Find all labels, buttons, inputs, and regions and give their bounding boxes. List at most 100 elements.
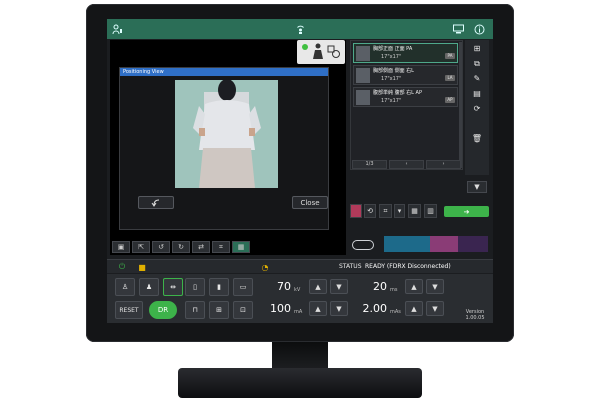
expand-dropdown-button[interactable]: ▼ [467,181,487,193]
kv-down-button[interactable]: ▼ [330,279,348,294]
list-item[interactable]: 胸部側面 側面 右L 17"x17" LA [353,65,458,85]
focus-large-icon[interactable]: ▯ [185,278,205,296]
patient-position-icon[interactable]: ♟ [139,278,159,296]
mode-tabs [384,236,488,252]
list-pager: 1/3 ‹ › [352,160,461,169]
reset-button[interactable]: RESET [115,301,143,319]
exam-thumbnail [356,46,370,61]
exam-title: 胸部正面 正面 PA [373,46,413,52]
grid-icon[interactable]: ▦ [232,241,250,253]
ms-up-button[interactable]: ▲ [405,279,423,294]
ma-value: 100 [270,302,291,315]
status-value: READY (FDRX Disconnected) [365,263,451,270]
status-label: STATUS [339,263,362,270]
layout-icon[interactable]: ▥ [424,204,437,218]
monitor-base [178,368,422,398]
power-icon[interactable]: ⏻ [117,262,127,272]
status-bar: ⏻ ■ ◔ STATUS READY (FDRX Disconnected) [107,259,493,273]
patient-standing-icon[interactable]: ♙ [115,278,135,296]
exam-badge: AP [445,97,455,103]
tab-output[interactable] [458,236,488,252]
kv-value: 70 [277,280,291,293]
exam-size: 17"x17" [381,98,402,104]
gauge-icon: ◔ [261,262,269,272]
page-next-button[interactable]: › [426,160,461,169]
version-value: 1.00.05 [465,315,485,321]
aec-icon[interactable]: ⊡ [233,301,253,319]
add-exam-icon[interactable]: ⊞ [471,43,483,54]
patient-image [175,80,278,188]
focus-small-icon[interactable]: ▮ [209,278,229,296]
list-item[interactable]: 腹部単純 腹部 右L AP 17"x17" AP [353,87,458,107]
reprocess-icon[interactable]: ⟳ [471,103,483,114]
toggle-button[interactable] [352,240,374,250]
exam-size: 17"x17" [381,76,402,82]
dialog-title: Positioning View [120,68,328,76]
delete-icon[interactable]: 🗑 [471,133,483,144]
flip-icon[interactable]: ⇄ [192,241,210,253]
list-scrollbar[interactable] [459,42,462,168]
detector-icon[interactable]: ▭ [233,278,253,296]
exam-badge: PA [445,53,455,59]
ms-down-button[interactable]: ▼ [426,279,444,294]
exam-thumbnail [356,68,370,83]
page-indicator: 1/3 [352,160,387,169]
dropdown-icon[interactable]: ▾ [394,204,405,218]
copy-icon[interactable]: ⧉ [471,58,483,69]
rotate-left-icon[interactable]: ↺ [152,241,170,253]
list-item[interactable]: 胸部正面 正面 PA 17"x17" PA [353,43,458,63]
ms-value: 20 [373,280,387,293]
exam-list: 胸部正面 正面 PA 17"x17" PA 胸部側面 側面 右L 17"x17"… [350,40,463,170]
export-icon[interactable]: ⇱ [132,241,150,253]
viewer-toolbar: ▣ ⇱ ↺ ↻ ⇄ ⌗ ▦ [110,241,346,255]
exam-badge: LA [445,75,455,81]
top-bar [107,19,493,39]
page-prev-button[interactable]: ‹ [389,160,424,169]
stop-icon[interactable] [350,204,362,218]
grid-icon[interactable]: ▦ [408,204,421,218]
patient-icon [313,43,323,59]
close-button[interactable]: Close [292,196,328,209]
broadcast-icon[interactable] [294,23,306,35]
kv-unit: kV [294,287,301,293]
monitor-icon[interactable] [452,23,464,35]
ma-down-button[interactable]: ▼ [330,301,348,316]
mas-down-button[interactable]: ▼ [426,301,444,316]
ms-unit: ms [390,287,398,293]
crop-icon[interactable]: ⌗ [212,241,230,253]
return-arrow-icon [151,199,160,207]
exposure-mode-icon[interactable]: ⇹ [163,278,183,296]
rotate-right-icon[interactable]: ↻ [172,241,190,253]
back-button[interactable] [138,196,174,209]
mas-up-button[interactable]: ▲ [405,301,423,316]
tab-review[interactable] [430,236,458,252]
image-icon[interactable]: ▣ [112,241,130,253]
ma-up-button[interactable]: ▲ [309,301,327,316]
grid-icon[interactable]: ⊞ [209,301,229,319]
ma-unit: mA [294,309,303,315]
exam-title: 胸部側面 側面 右L [373,68,414,74]
user-settings-icon[interactable] [111,23,123,35]
exam-title: 腹部単純 腹部 右L AP [373,90,422,96]
next-step-button[interactable]: ➔ [444,206,489,217]
info-icon[interactable] [473,23,485,35]
image-edit-icon[interactable]: ▤ [471,88,483,99]
ready-indicator [302,44,308,50]
tab-acquire[interactable] [384,236,430,252]
screen: Positioning View Close ▣ ⇱ ↺ ↻ ⇄ ⌗ ▦ 胸部正… [107,19,493,323]
mas-value: 2.00 [362,302,388,315]
exam-size: 17"x17" [381,54,402,60]
sync-icon[interactable]: ⟲ [364,204,376,218]
mas-unit: mAs [390,309,401,315]
camera-preview [175,80,278,188]
positioning-dialog: Positioning View Close [119,67,329,230]
edit-icon[interactable]: ✎ [471,73,483,84]
kv-up-button[interactable]: ▲ [309,279,327,294]
collimator-icon[interactable]: ⊓ [185,301,205,319]
detector-icon [327,45,340,58]
dr-button[interactable]: DR [149,301,177,319]
crop-icon[interactable]: ⌗ [379,204,392,218]
exposure-control-panel: ♙ ♟ ⇹ RESET DR ▯ ▮ ▭ ⊓ ⊞ ⊡ 70 kV ▲ ▼ 100… [107,274,493,323]
side-toolbar: ⊞ ⧉ ✎ ▤ ⟳ 🗑 [465,40,489,175]
exam-thumbnail [356,90,370,105]
